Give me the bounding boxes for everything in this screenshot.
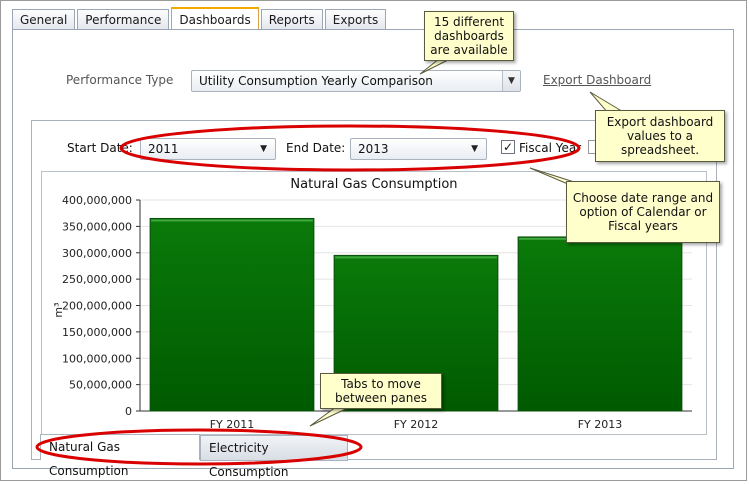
y-axis-label: m³ xyxy=(52,302,65,317)
y-tick-label: 300,000,000 xyxy=(62,247,132,260)
x-tick-label: FY 2013 xyxy=(578,418,623,431)
callout-date-range: Choose date range and option of Calendar… xyxy=(566,181,720,243)
y-tick-label: 350,000,000 xyxy=(62,220,132,233)
x-tick-label: FY 2012 xyxy=(394,418,439,431)
y-tick-label: 100,000,000 xyxy=(62,352,132,365)
y-tick-label: 50,000,000 xyxy=(69,379,132,392)
callout-dashboards: 15 different dashboards are available xyxy=(424,11,514,61)
y-tick-label: 0 xyxy=(125,405,132,418)
callout-pane-tabs: Tabs to move between panes xyxy=(320,373,442,409)
callout-export: Export dashboard values to a spreadsheet… xyxy=(595,110,725,162)
bar-fy-2013 xyxy=(517,236,683,412)
y-tick-label: 200,000,000 xyxy=(62,300,132,313)
tab-natural-gas-consumption[interactable]: Natural Gas Consumption xyxy=(40,434,200,478)
bar-fy-2011 xyxy=(149,217,315,412)
y-tick-label: 150,000,000 xyxy=(62,326,132,339)
x-tick-label: FY 2011 xyxy=(210,418,255,431)
y-tick-label: 250,000,000 xyxy=(62,273,132,286)
tab-electricity-consumption[interactable]: Electricity Consumption xyxy=(200,435,348,479)
y-tick-label: 400,000,000 xyxy=(62,194,132,207)
